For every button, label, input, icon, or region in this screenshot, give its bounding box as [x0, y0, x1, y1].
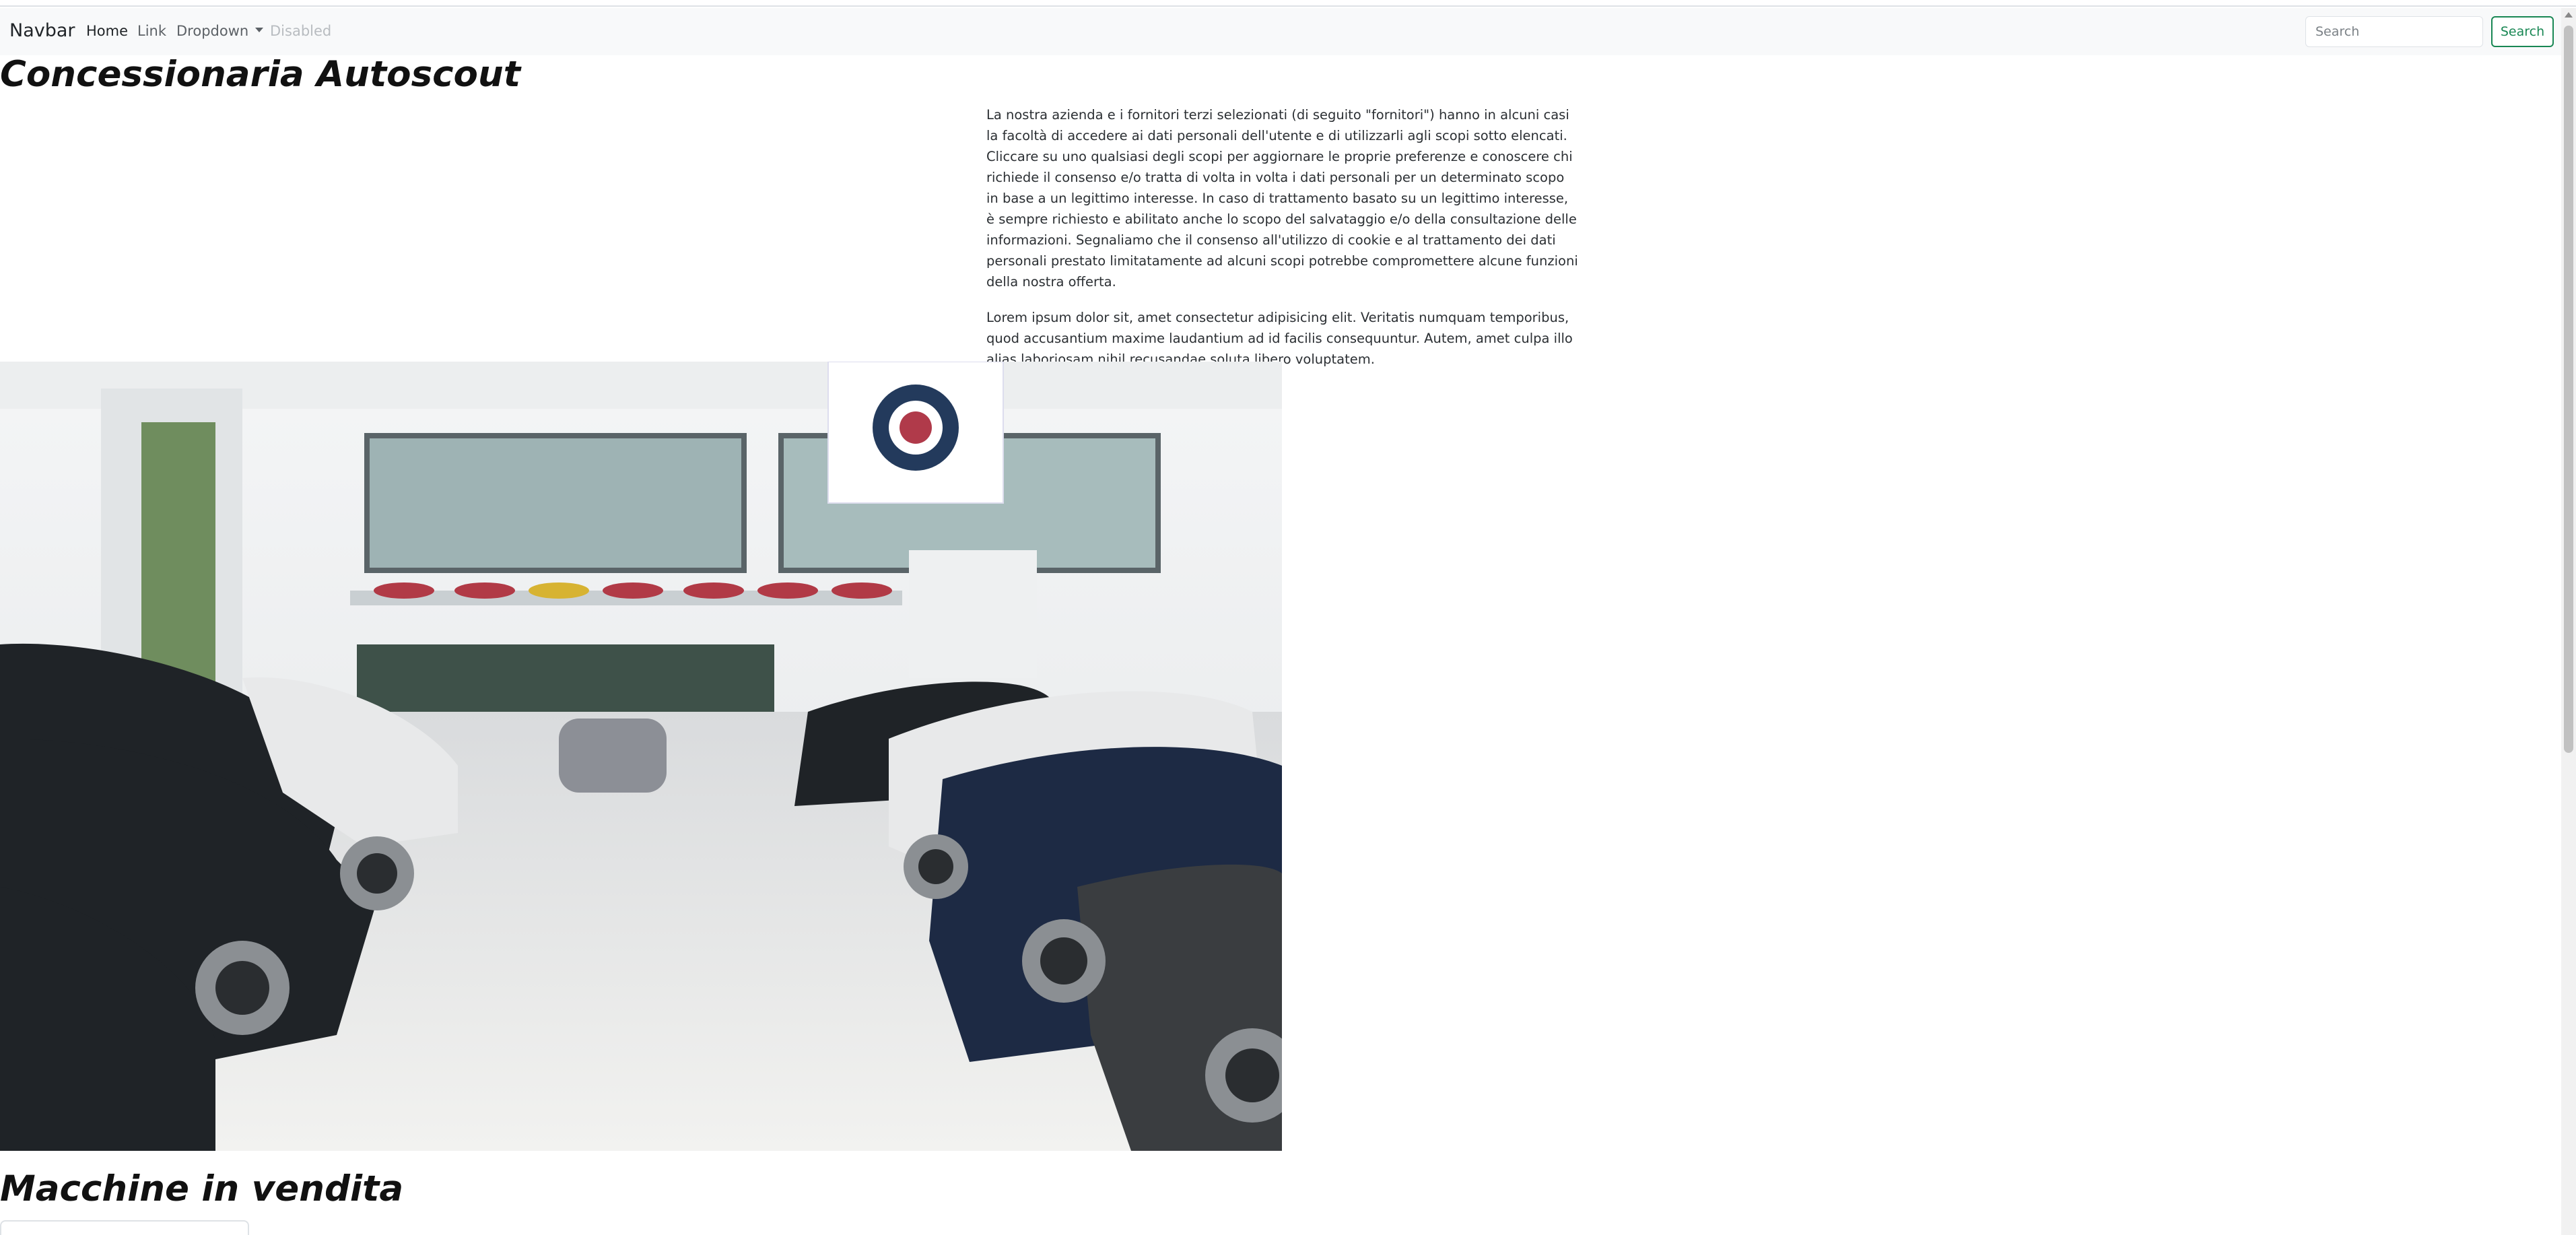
nav-link[interactable]: Link	[137, 23, 166, 39]
search-button[interactable]: Search	[2491, 16, 2554, 47]
search-input[interactable]	[2305, 16, 2483, 47]
intro-paragraph: Lorem ipsum dolor sit, amet consectetur …	[986, 310, 1573, 367]
nav-home-link[interactable]: Home	[86, 23, 128, 39]
showroom-illustration	[0, 362, 1282, 1151]
car-card[interactable]	[0, 1220, 249, 1235]
nav-dropdown-toggle[interactable]: Dropdown	[176, 23, 264, 39]
page-title: Concessionaria Autoscout	[0, 54, 521, 95]
dealership-showroom-image	[0, 362, 1282, 1151]
navbar-brand[interactable]: Navbar	[9, 20, 75, 41]
scroll-up-arrow-icon[interactable]	[2565, 12, 2573, 18]
section-title: Macchine in vendita	[0, 1168, 404, 1209]
nav-dropdown-label: Dropdown	[176, 23, 249, 39]
nav-disabled-link: Disabled	[270, 23, 332, 39]
scrollbar-thumb[interactable]	[2564, 26, 2573, 753]
intro-text: La nostra azienda e i fornitori terzi se…	[986, 104, 1579, 385]
chevron-down-icon	[255, 28, 264, 32]
page-scrollbar[interactable]	[2561, 8, 2576, 1235]
intro-paragraph: La nostra azienda e i fornitori terzi se…	[986, 107, 1578, 290]
window-top-edge	[0, 0, 2576, 7]
navbar: Navbar Home Link Dropdown Disabled Searc…	[0, 8, 2561, 55]
